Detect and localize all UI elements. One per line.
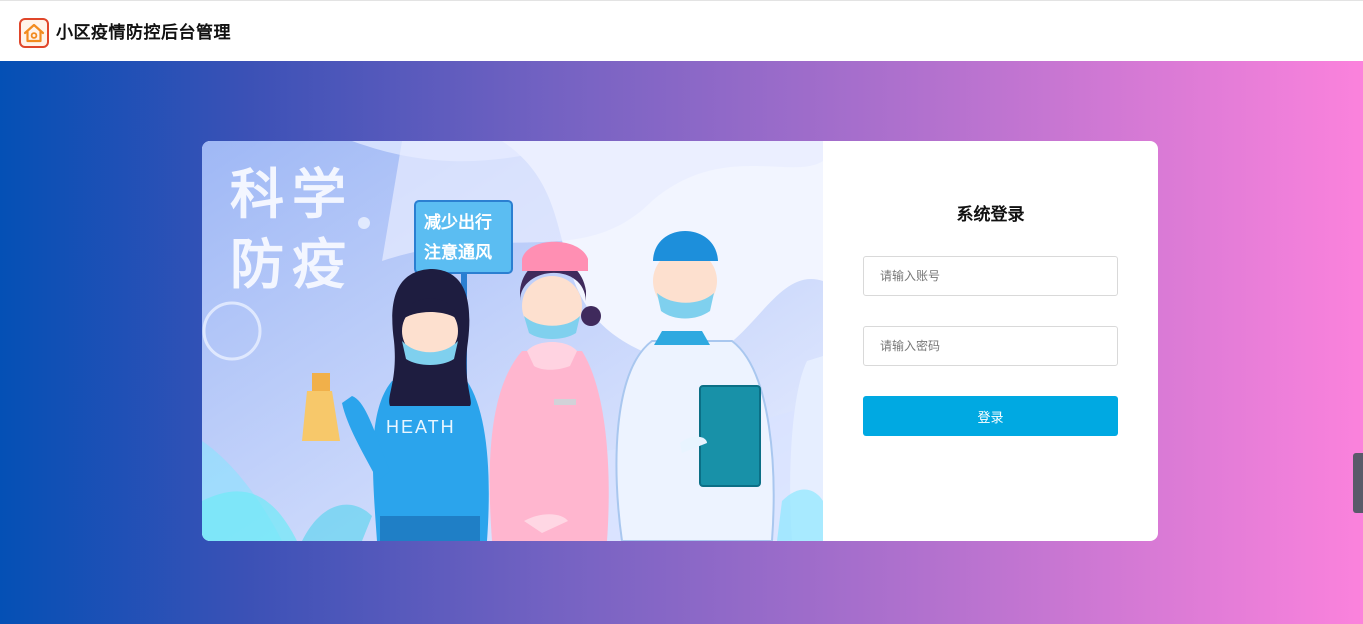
sign-line2: 注意通风: [424, 242, 492, 262]
login-title: 系统登录: [956, 205, 1025, 225]
login-form: 系统登录 登录: [823, 141, 1158, 541]
account-input[interactable]: [863, 256, 1118, 296]
headline-line2: 防疫: [230, 235, 354, 295]
epidemic-prevention-illustration: 科学 防疫 减少出行 注意通风 HEATH: [202, 141, 823, 541]
login-button[interactable]: 登录: [863, 396, 1118, 436]
house-icon: [19, 18, 49, 48]
login-background: 科学 防疫 减少出行 注意通风 HEATH 系统登录 请输入账号 登录: [0, 61, 1363, 624]
app-title: 小区疫情防控后台管理: [56, 23, 231, 43]
headline-line1: 科学: [230, 165, 354, 225]
sign-line1: 减少出行: [424, 212, 492, 232]
side-scroll-handle[interactable]: [1353, 453, 1363, 513]
login-card: 科学 防疫 减少出行 注意通风 HEATH 系统登录 请输入账号 登录: [202, 141, 1158, 541]
password-input[interactable]: [863, 326, 1118, 366]
shirt-text: HEATH: [386, 417, 456, 437]
top-bar: 小区疫情防控后台管理: [0, 0, 1363, 61]
